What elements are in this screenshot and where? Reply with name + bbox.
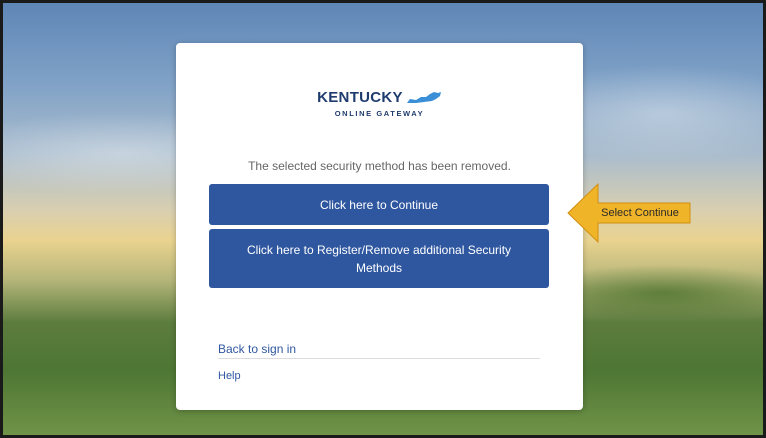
- login-card: KENTUCKY ONLINE GATEWAY The selected sec…: [176, 43, 583, 410]
- divider: [218, 358, 540, 359]
- kentucky-logo: KENTUCKY ONLINE GATEWAY: [176, 89, 583, 118]
- logo-title: KENTUCKY: [317, 89, 403, 106]
- status-message: The selected security method has been re…: [248, 159, 511, 173]
- register-security-methods-button[interactable]: Click here to Register/Remove additional…: [209, 229, 549, 288]
- back-to-sign-in-link[interactable]: Back to sign in: [218, 342, 296, 356]
- continue-button-label: Click here to Continue: [319, 197, 439, 212]
- help-link[interactable]: Help: [218, 370, 241, 382]
- logo-subtitle: ONLINE GATEWAY: [334, 109, 425, 118]
- kentucky-state-icon: [406, 91, 441, 103]
- register-button-label: Click here to Register/Remove additional…: [246, 242, 512, 275]
- continue-button[interactable]: Click here to Continue: [209, 184, 549, 225]
- callout-label: Select Continue: [601, 207, 679, 219]
